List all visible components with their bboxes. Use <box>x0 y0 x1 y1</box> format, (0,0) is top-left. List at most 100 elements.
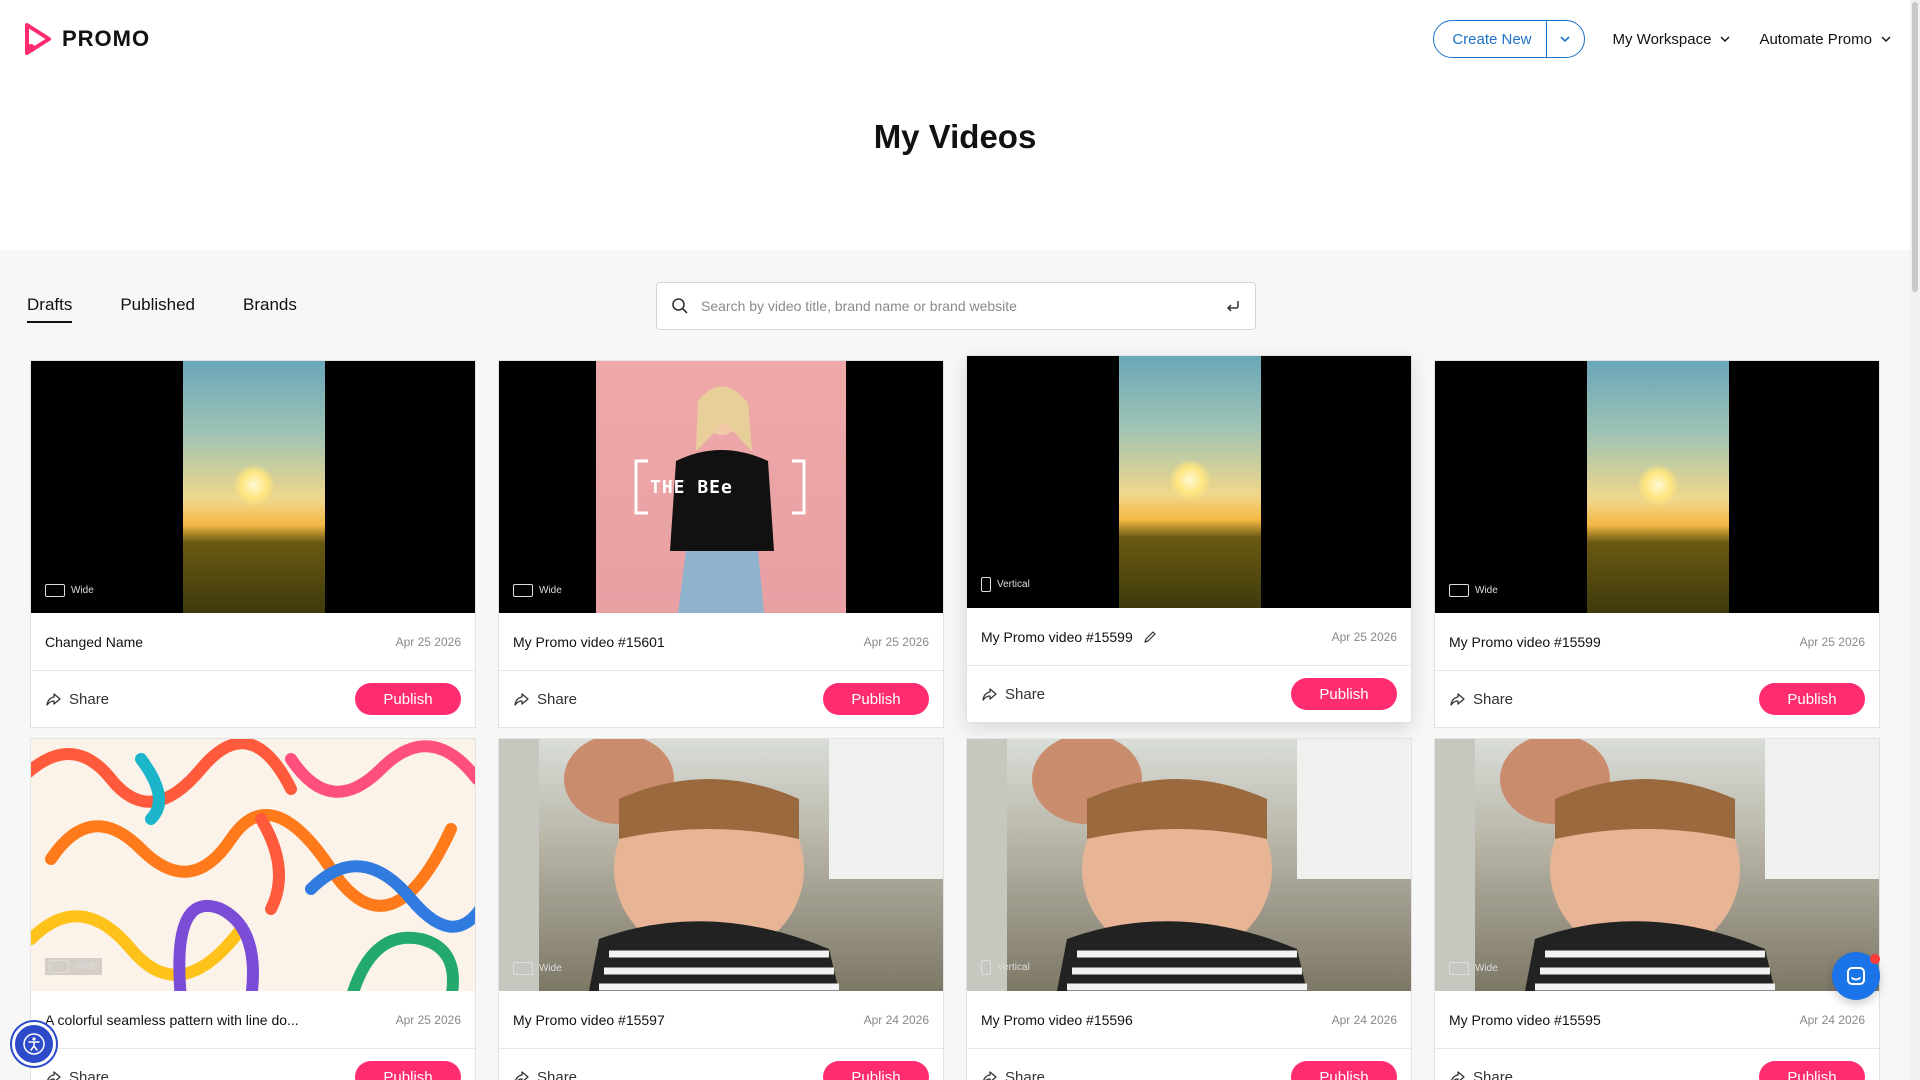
publish-button[interactable]: Publish <box>355 1061 461 1080</box>
card-info: My Promo video #15596 Apr 24 2026 <box>967 991 1411 1049</box>
publish-button[interactable]: Publish <box>1291 678 1397 710</box>
video-card[interactable]: Vertical My Promo video #15596 Apr 24 20… <box>966 738 1412 1080</box>
notification-dot <box>1870 954 1880 964</box>
video-title: My Promo video #15596 <box>981 1011 1133 1028</box>
video-title: My Promo video #15595 <box>1449 1011 1601 1028</box>
video-thumbnail[interactable]: THE BEe Wide <box>499 361 943 613</box>
video-tabs: Drafts Published Brands <box>27 295 297 323</box>
tab-drafts[interactable]: Drafts <box>27 295 73 323</box>
search-bar <box>656 282 1256 330</box>
video-date: Apr 25 2026 <box>395 1012 461 1027</box>
card-actions: Share Publish <box>1435 1049 1879 1080</box>
video-card[interactable]: Wide My Promo video #15597 Apr 24 2026 S… <box>498 738 944 1080</box>
tab-brands[interactable]: Brands <box>243 295 297 323</box>
video-title: My Promo video #15599 <box>1449 633 1601 650</box>
video-date: Apr 25 2026 <box>1799 634 1865 649</box>
share-button[interactable]: Share <box>513 691 577 708</box>
video-thumbnail[interactable]: Wide <box>1435 361 1879 613</box>
card-actions: Share Publish <box>499 1049 943 1080</box>
video-thumbnail[interactable]: Wide <box>499 739 943 991</box>
create-new-label[interactable]: Create New <box>1434 21 1545 57</box>
chat-button[interactable] <box>1832 952 1880 1000</box>
tab-published[interactable]: Published <box>120 295 195 323</box>
logo-text: PROMO <box>62 26 151 51</box>
automate-label: Automate Promo <box>1759 30 1872 48</box>
share-button[interactable]: Share <box>45 691 109 708</box>
card-info: My Promo video #15601 Apr 25 2026 <box>499 613 943 671</box>
video-date: Apr 24 2026 <box>1331 1012 1397 1027</box>
video-title: Changed Name <box>45 633 144 650</box>
overlay-text: THE BEe <box>650 477 733 498</box>
share-icon <box>1451 1071 1465 1080</box>
share-button[interactable]: Share <box>981 686 1045 703</box>
video-thumbnail[interactable]: Wide <box>31 739 475 991</box>
card-info: A colorful seamless pattern with line do… <box>31 991 475 1049</box>
share-icon <box>46 693 61 706</box>
create-new-dropdown-toggle[interactable] <box>1545 21 1584 57</box>
top-header: PROMO Create New My Workspace Automate P… <box>0 0 1920 78</box>
search-icon <box>672 298 688 314</box>
publish-button[interactable]: Publish <box>355 683 461 715</box>
video-card[interactable]: Vertical My Promo video #15599 Apr 25 20… <box>966 355 1412 723</box>
share-icon <box>47 1071 61 1080</box>
video-date: Apr 25 2026 <box>395 634 461 649</box>
video-card[interactable]: Wide Changed Name Apr 25 2026 Share Publ… <box>30 360 476 728</box>
share-button[interactable]: Share <box>513 1069 577 1080</box>
video-card[interactable]: Wide My Promo video #15599 Apr 25 2026 S… <box>1434 360 1880 728</box>
child-photo <box>1435 739 1879 991</box>
share-icon <box>983 1071 997 1080</box>
workspace-dropdown[interactable]: My Workspace <box>1613 31 1732 48</box>
share-button[interactable]: Share <box>1449 1069 1513 1080</box>
video-title: My Promo video #15597 <box>513 1011 665 1028</box>
share-button[interactable]: Share <box>981 1069 1045 1080</box>
video-thumbnail[interactable]: Wide <box>31 361 475 613</box>
publish-button[interactable]: Publish <box>823 1061 929 1080</box>
format-badge: Vertical <box>981 960 1030 975</box>
format-badge: Vertical <box>981 577 1030 592</box>
chevron-down-icon <box>1560 36 1570 43</box>
promo-logo[interactable]: PROMO <box>24 23 150 55</box>
card-info: My Promo video #15599 Apr 25 2026 <box>1435 613 1879 671</box>
share-button[interactable]: Share <box>1449 691 1513 708</box>
accessibility-button[interactable] <box>12 1022 56 1066</box>
automate-promo-dropdown[interactable]: Automate Promo <box>1759 31 1892 48</box>
video-thumbnail[interactable]: Vertical <box>967 356 1411 608</box>
card-info: My Promo video #15597 Apr 24 2026 <box>499 991 943 1049</box>
format-badge: Wide <box>45 958 102 975</box>
enter-icon[interactable] <box>1225 298 1241 314</box>
video-date: Apr 25 2026 <box>1331 629 1397 644</box>
video-title: A colorful seamless pattern with line do… <box>45 1011 299 1028</box>
video-card[interactable]: Wide My Promo video #15595 Apr 24 2026 S… <box>1434 738 1880 1080</box>
format-badge: Wide <box>1449 584 1498 597</box>
publish-button[interactable]: Publish <box>823 683 929 715</box>
video-card[interactable]: THE BEe Wide My Promo video #15601 Apr 2… <box>498 360 944 728</box>
video-grid: Wide Changed Name Apr 25 2026 Share Publ… <box>30 355 1888 1080</box>
search-input[interactable] <box>701 298 1213 314</box>
video-date: Apr 25 2026 <box>863 634 929 649</box>
publish-button[interactable]: Publish <box>1759 683 1865 715</box>
share-icon <box>982 688 997 701</box>
video-thumbnail[interactable]: Wide <box>1435 739 1879 991</box>
share-button[interactable]: Share <box>45 1069 109 1080</box>
scrollbar-thumb[interactable] <box>1912 2 1918 292</box>
share-icon <box>515 1071 529 1080</box>
workspace-label: My Workspace <box>1612 30 1712 48</box>
publish-button[interactable]: Publish <box>1759 1061 1865 1080</box>
video-card[interactable]: Wide A colorful seamless pattern with li… <box>30 738 476 1080</box>
format-badge: Wide <box>1449 962 1498 975</box>
video-date: Apr 24 2026 <box>863 1012 929 1027</box>
child-photo <box>967 739 1411 991</box>
publish-button[interactable]: Publish <box>1291 1061 1397 1080</box>
video-thumbnail[interactable]: Vertical <box>967 739 1411 991</box>
card-actions: Share Publish <box>31 1049 475 1080</box>
pencil-icon[interactable] <box>1143 630 1157 644</box>
share-icon <box>1450 693 1465 706</box>
create-new-button[interactable]: Create New <box>1433 20 1585 58</box>
wide-format-icon <box>1449 962 1469 975</box>
card-actions: Share Publish <box>967 1049 1411 1080</box>
format-badge: Wide <box>513 584 562 597</box>
card-info: Changed Name Apr 25 2026 <box>31 613 475 671</box>
card-actions: Share Publish <box>499 671 943 727</box>
page-scrollbar[interactable] <box>1910 0 1920 1080</box>
wide-format-icon <box>1449 584 1469 597</box>
